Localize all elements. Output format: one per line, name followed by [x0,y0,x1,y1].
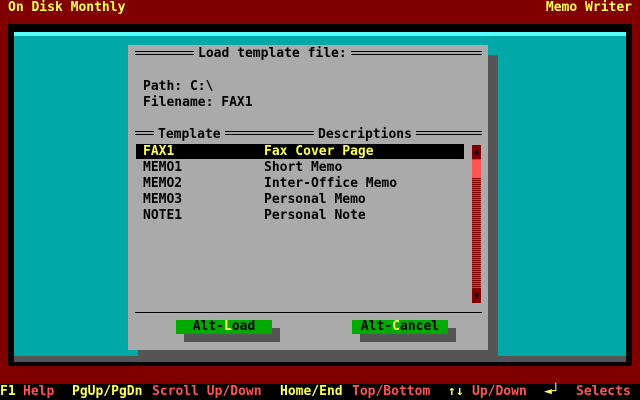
filename-field[interactable]: Filename: FAX1 [143,95,253,111]
column-header-template: Template [154,127,225,143]
app-title: On Disk Monthly [8,0,126,15]
status-key-home-end: Home/End [280,384,343,399]
column-header-descriptions: Descriptions [314,127,416,143]
cancel-button[interactable]: Alt-Cancel [352,320,448,334]
status-key-f1: F1 [0,384,16,399]
scroll-down-arrow-icon[interactable]: ▼ [472,289,481,303]
app-name: Memo Writer [545,0,632,15]
status-action-help: Help [23,384,55,399]
row-0-description[interactable]: Fax Cover Page [264,144,374,160]
path-label: Path: C:\ [143,79,214,94]
row-3-description[interactable]: Personal Memo [264,192,366,208]
row-2-template[interactable]: MEMO2 [143,176,182,192]
row-1-template[interactable]: MEMO1 [143,160,182,176]
scrollbar-thumb[interactable] [472,160,481,178]
row-1-description[interactable]: Short Memo [264,160,342,176]
row-3-template[interactable]: MEMO3 [143,192,182,208]
enter-key-icon: ◄┘ [544,384,560,399]
scroll-up-arrow-icon[interactable]: ▲ [472,145,481,159]
load-button[interactable]: Alt-Load [176,320,272,334]
status-action-scroll: Scroll Up/Down [152,384,262,399]
dialog-shadow-right [488,55,498,360]
row-4-template[interactable]: NOTE1 [143,208,182,224]
row-2-description[interactable]: Inter-Office Memo [264,176,397,192]
dialog-title: Load template file: [194,46,351,62]
row-0-template[interactable]: FAX1 [143,144,174,160]
buttons-separator [135,312,482,313]
dialog-shadow-bottom [138,350,498,360]
status-action-top-bottom: Top/Bottom [352,384,431,399]
status-action-up-down: Up/Down [472,384,527,399]
status-key-pgup-pgdn: PgUp/PgDn [72,384,143,399]
status-action-selects: Selects [576,384,631,399]
up-down-arrows-icon: ↑↓ [448,384,464,399]
row-4-description[interactable]: Personal Note [264,208,366,224]
